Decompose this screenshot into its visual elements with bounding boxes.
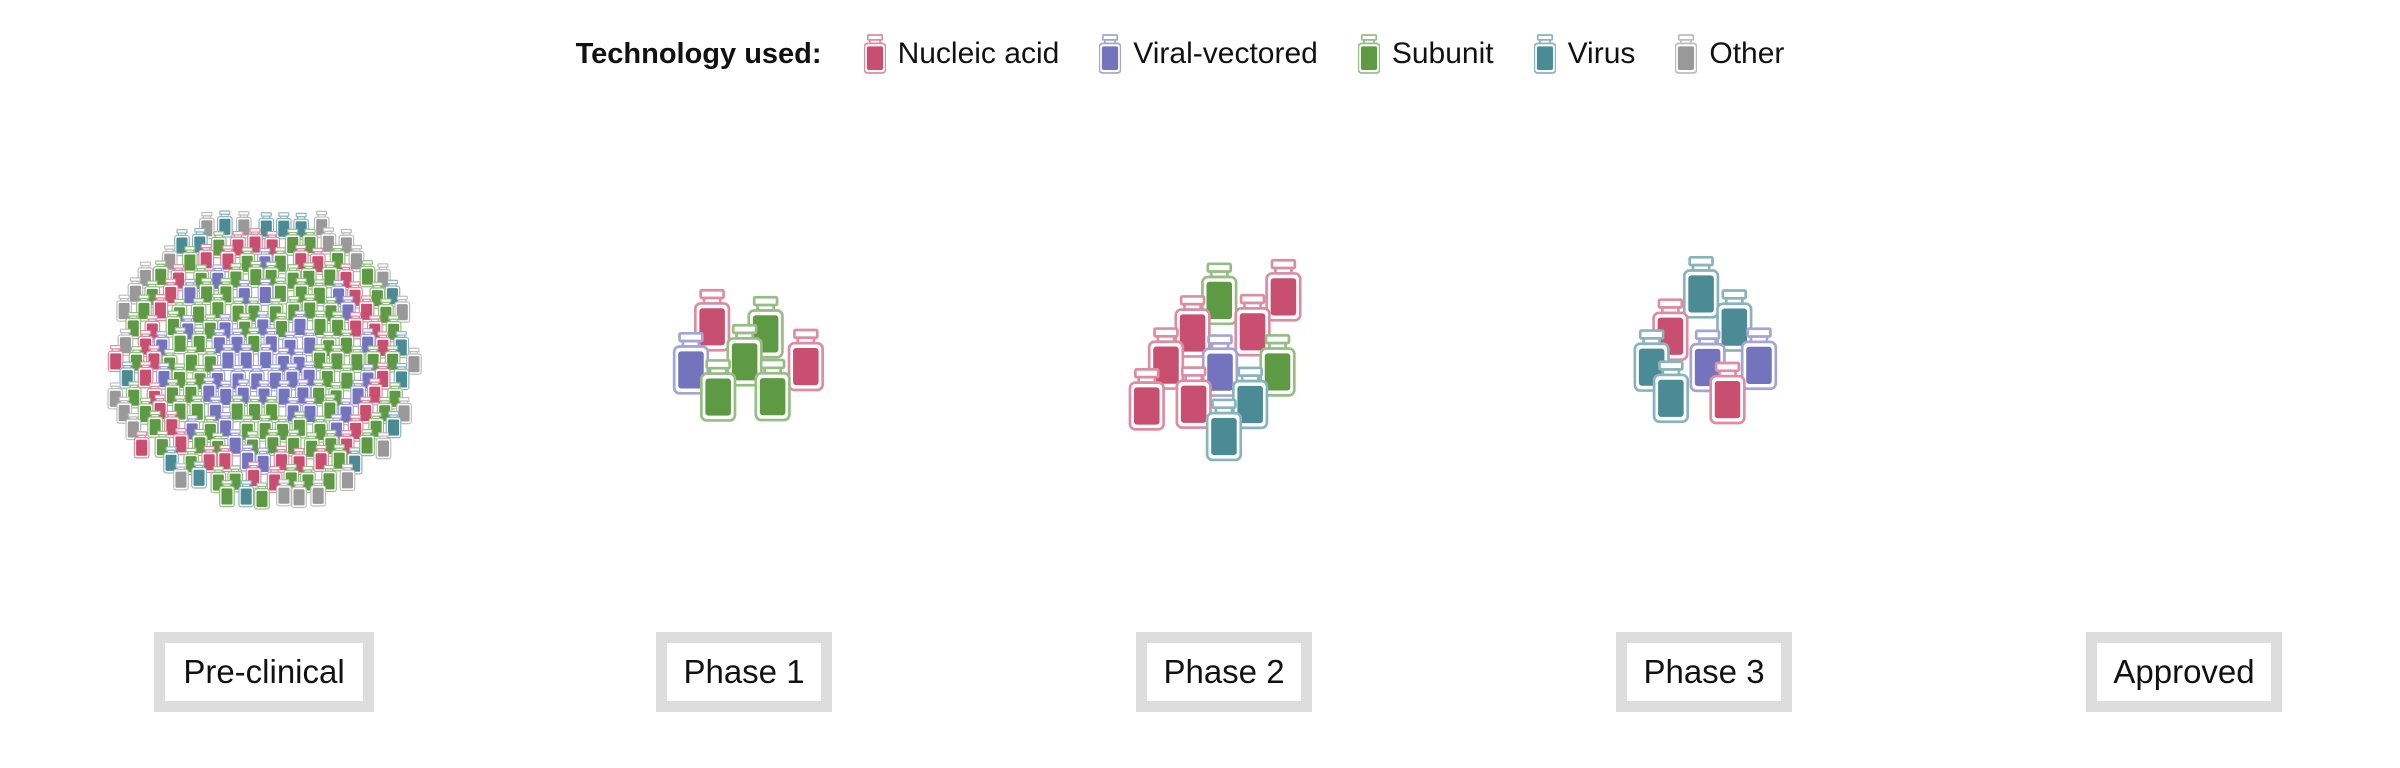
stage-label-4: Approved [2086, 632, 2282, 712]
stage-label-0: Pre-clinical [154, 632, 374, 712]
vial-virus [1682, 255, 1720, 319]
stage-label-3: Phase 3 [1616, 632, 1792, 712]
stage-label-1: Phase 1 [656, 632, 832, 712]
vial-nucleic [787, 328, 824, 392]
vial-nucleic [1265, 258, 1302, 322]
stage-label-2: Phase 2 [1136, 632, 1312, 712]
stage-cluster-2 [1128, 258, 1302, 462]
stage-cluster-1 [672, 288, 824, 422]
stage-cluster-0 [107, 210, 422, 510]
vial-nucleic [1234, 293, 1271, 357]
stage-cluster-3 [1633, 255, 1778, 425]
